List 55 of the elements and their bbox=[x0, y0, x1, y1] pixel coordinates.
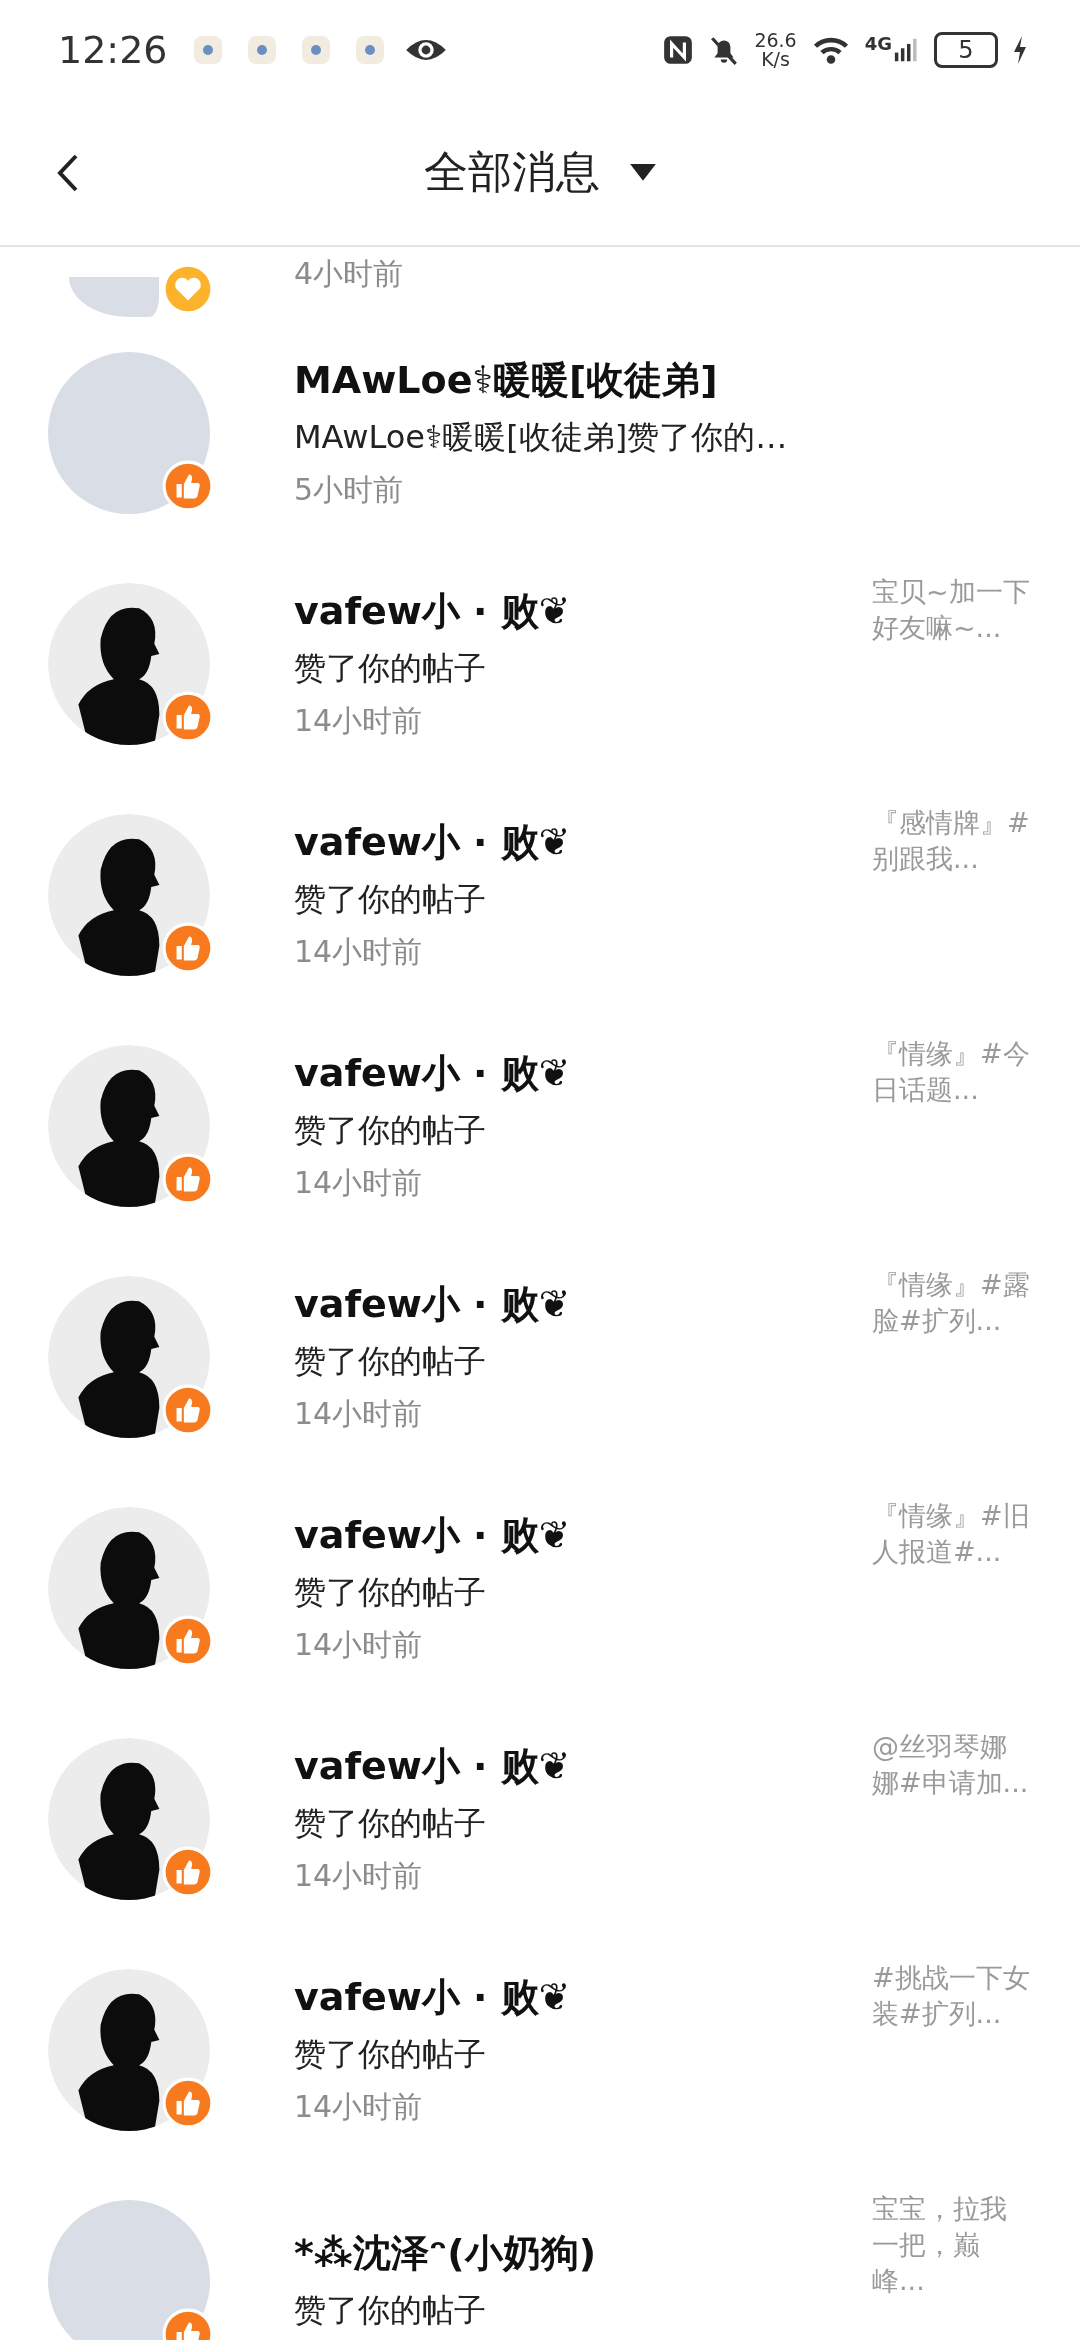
user-name[interactable]: MAwLoe⚕暖暖[收徒弟] bbox=[294, 354, 1032, 406]
notification-icon bbox=[193, 36, 222, 64]
message-text: 赞了你的帖子 bbox=[294, 1109, 487, 1151]
message-text: 赞了你的帖子 bbox=[294, 878, 487, 920]
message-text: 赞了你的帖子 bbox=[294, 1571, 487, 1613]
avatar-silhouette[interactable] bbox=[48, 582, 210, 745]
avatar-silhouette[interactable] bbox=[48, 1506, 210, 1669]
status-time: 12:26 bbox=[58, 28, 168, 72]
message-time: 14小时前 bbox=[294, 701, 424, 740]
thumbs-up-badge-icon bbox=[162, 921, 214, 974]
message-time: 14小时前 bbox=[294, 1625, 424, 1664]
message-time: 14小时前 bbox=[294, 1856, 424, 1895]
notification-icon bbox=[301, 36, 330, 64]
avatar-silhouette[interactable] bbox=[48, 813, 210, 976]
user-name[interactable]: vafew小 · 败❦ bbox=[294, 816, 872, 868]
user-name[interactable]: vafew小 · 败❦ bbox=[294, 1971, 872, 2023]
message-time: 14小时前 bbox=[294, 1163, 424, 1202]
message-text: 赞了你的帖子 bbox=[294, 647, 487, 689]
thumbs-up-badge-icon bbox=[162, 1614, 214, 1667]
thumbs-up-badge-icon bbox=[162, 1152, 214, 1205]
message-text: 赞了你的帖子 bbox=[294, 2033, 487, 2075]
message-time: 4小时前 bbox=[294, 255, 405, 293]
caret-icon bbox=[630, 163, 656, 182]
message-text: 赞了你的帖子 bbox=[294, 2290, 487, 2331]
battery-level: 5 bbox=[934, 32, 998, 68]
avatar-silhouette[interactable] bbox=[48, 1737, 210, 1900]
message-text: 赞了你的帖子 bbox=[294, 1802, 487, 1844]
user-name[interactable]: vafew小 · 败❦ bbox=[294, 1740, 872, 1792]
thumbs-up-badge-icon bbox=[162, 459, 214, 512]
user-name[interactable]: vafew小 · 败❦ bbox=[294, 1278, 872, 1330]
nfc-icon bbox=[662, 34, 695, 66]
thumbs-up-badge-icon bbox=[162, 1383, 214, 1436]
message-text: MAwLoe⚕暖暖[收徒弟]赞了你的… bbox=[294, 416, 789, 458]
avatar-silhouette[interactable] bbox=[48, 1275, 210, 1438]
notification-icon bbox=[355, 36, 384, 64]
user-name[interactable]: vafew小 · 败❦ bbox=[294, 1047, 872, 1099]
user-name[interactable]: vafew小 · 败❦ bbox=[294, 585, 872, 637]
thumbs-up-badge-icon bbox=[162, 2076, 214, 2129]
avatar-silhouette[interactable] bbox=[48, 1044, 210, 1207]
user-name[interactable]: *⁂沈泽ᵔ(小奶狗) bbox=[294, 2228, 872, 2279]
charging-icon bbox=[1012, 34, 1028, 66]
message-filter-dropdown[interactable]: 全部消息 bbox=[424, 143, 656, 202]
notification-icon bbox=[247, 36, 276, 64]
message-time: 14小时前 bbox=[294, 2087, 424, 2126]
message-time: 5小时前 bbox=[294, 470, 405, 509]
message-text: 赞了你的帖子 bbox=[294, 1340, 487, 1382]
user-name[interactable]: vafew小 · 败❦ bbox=[294, 1509, 872, 1561]
network-type: 4G bbox=[864, 33, 892, 54]
avatar-silhouette[interactable] bbox=[48, 1968, 210, 2131]
network-speed: 26.6 K/s bbox=[754, 31, 797, 69]
message-time: 14小时前 bbox=[294, 932, 424, 971]
heart-badge-icon bbox=[162, 263, 214, 315]
message-time: 14小时前 bbox=[294, 1394, 424, 1433]
thumbs-up-badge-icon bbox=[162, 690, 214, 743]
thumbs-up-badge-icon bbox=[162, 1845, 214, 1898]
